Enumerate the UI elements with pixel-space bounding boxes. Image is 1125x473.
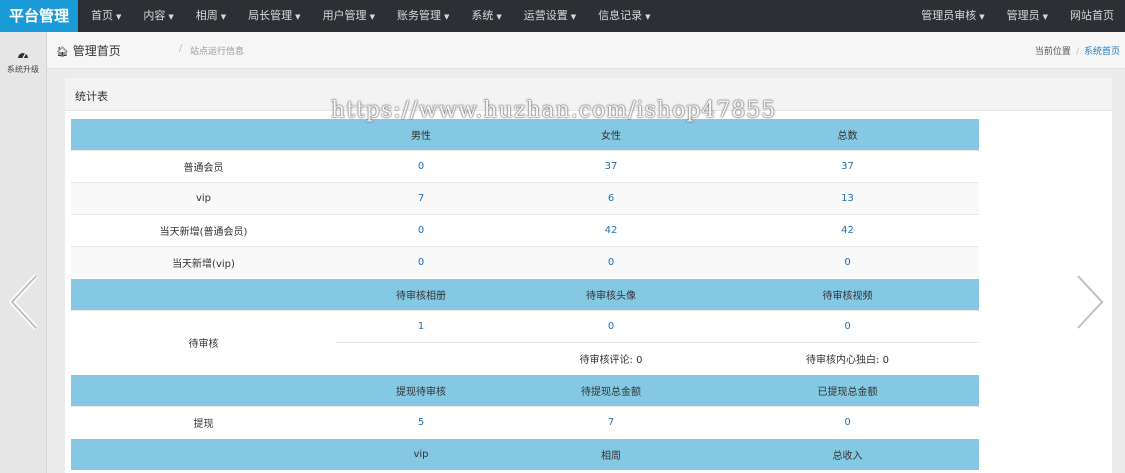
breadcrumb-current: 站点运行信息 [190, 47, 245, 57]
empty-cell [336, 342, 506, 375]
caret-down-icon: ▼ [645, 13, 651, 21]
user-menu: 管理员审核 ▼ 管理员 ▼ 网站首页 [910, 0, 1125, 32]
header-cell: 女性 [506, 118, 716, 151]
header-cell: 总收入 [716, 438, 979, 470]
caret-down-icon: ▼ [1042, 13, 1048, 21]
brand-logo[interactable]: 平台管理 [0, 0, 78, 32]
table-header-row: 待审核相册 待审核头像 待审核视频 [71, 278, 979, 311]
caret-down-icon: ▼ [443, 13, 450, 21]
dashboard-icon [0, 48, 46, 62]
sidebar: 系统升级 [0, 32, 47, 473]
row-label: 当天新增(普通会员) [71, 214, 336, 247]
row-label: 待审核 [71, 310, 336, 375]
table-cell-link[interactable]: 0 [336, 246, 506, 279]
header-cell [71, 118, 336, 151]
table-cell-link[interactable]: 42 [506, 214, 716, 247]
breadcrumb-home[interactable]: 🏠︎ 管理首页 [56, 42, 121, 59]
nav-director-management[interactable]: 局长管理 ▼ [237, 0, 311, 32]
sidebar-item-system-upgrade[interactable]: 系统升级 [0, 48, 46, 75]
header-cell: 相周 [506, 438, 716, 470]
row-label: 普通会员 [71, 150, 336, 183]
header-cell: 总数 [716, 118, 979, 151]
pending-monologue[interactable]: 待审核内心独白: 0 [716, 342, 979, 375]
table-cell-link[interactable]: 0 [716, 406, 979, 439]
table-row: 当天新增(普通会员) 0 42 42 [71, 214, 979, 247]
watermark-text: https://www.huzhan.com/ishop47855 [331, 98, 777, 123]
row-label: 当天新增(vip) [71, 246, 336, 279]
table-cell-link[interactable]: 0 [506, 246, 716, 279]
sidebar-item-label: 系统升级 [7, 65, 39, 74]
header-cell: 待审核视频 [716, 278, 979, 311]
caret-down-icon: ▼ [295, 13, 301, 21]
breadcrumb: 🏠︎ 管理首页 / 站点运行信息 当前位置 / 系统首页 [47, 32, 1125, 69]
stats-panel: 统计表 男性 女性 总数 普通会员 0 37 37 vip 7 6 13 当天新… [65, 78, 1112, 473]
nav-home[interactable]: 首页 ▼ [80, 0, 132, 32]
header-cell: 待审核相册 [336, 278, 506, 311]
top-nav-bar: 平台管理 首页 ▼ 内容 ▼ 相周 ▼ 局长管理 ▼ 用户管理 ▼ 账务管理 ▼ 系统 ▼ 运… [0, 0, 1125, 32]
home-icon: 🏠︎ [56, 47, 69, 58]
nav-album[interactable]: 相周 ▼ [185, 0, 237, 32]
table-row: 待审核 1 0 0 [71, 310, 979, 375]
nav-content[interactable]: 内容 ▼ [132, 0, 184, 32]
table-cell-link[interactable]: 7 [336, 182, 506, 215]
header-cell: 提现待审核 [336, 374, 506, 407]
location-label: 当前位置 [1034, 47, 1071, 57]
caret-down-icon: ▼ [496, 13, 502, 21]
table-cell-link[interactable]: 37 [716, 150, 979, 183]
nav-system[interactable]: 系统 ▼ [460, 0, 512, 32]
header-cell: vip [336, 438, 506, 470]
table-row: 当天新增(vip) 0 0 0 [71, 246, 979, 279]
table-cell-link[interactable]: 0 [336, 150, 506, 183]
table-cell-link[interactable]: 0 [506, 310, 716, 343]
table-cell-link[interactable]: 7 [506, 406, 716, 439]
header-cell [71, 438, 336, 470]
nav-finance-management[interactable]: 账务管理 ▼ [386, 0, 460, 32]
header-cell: 待提现总金额 [506, 374, 716, 407]
header-cell: 已提现总金额 [716, 374, 979, 407]
table-header-row: 提现待审核 待提现总金额 已提现总金额 [71, 374, 979, 407]
nav-operation-settings[interactable]: 运营设置 ▼ [513, 0, 587, 32]
caret-down-icon: ▼ [979, 13, 985, 21]
location-indicator: 当前位置 / 系统首页 [1034, 47, 1120, 57]
table-row: 提现 5 7 0 [71, 406, 979, 439]
location-link[interactable]: 系统首页 [1084, 47, 1120, 57]
table-cell-link[interactable]: 1 [336, 310, 506, 343]
table-row: 普通会员 0 37 37 [71, 150, 979, 183]
row-label: 提现 [71, 406, 336, 439]
nav-admin-review[interactable]: 管理员审核 ▼ [910, 0, 995, 32]
caret-down-icon: ▼ [220, 13, 227, 21]
chevron-right-icon[interactable] [1074, 272, 1106, 332]
table-cell-link[interactable]: 0 [716, 310, 979, 343]
header-cell [71, 278, 336, 311]
table-cell-link[interactable]: 42 [716, 214, 979, 247]
nav-site-home[interactable]: 网站首页 [1059, 0, 1125, 32]
panel-title: 统计表 [75, 90, 108, 103]
caret-down-icon: ▼ [168, 13, 174, 21]
nav-admin[interactable]: 管理员 ▼ [996, 0, 1059, 32]
breadcrumb-separator: / [179, 43, 183, 54]
table-cell-link[interactable]: 6 [506, 182, 716, 215]
caret-down-icon: ▼ [116, 13, 122, 21]
row-label: vip [71, 182, 336, 215]
table-cell-link[interactable]: 0 [336, 214, 506, 247]
table-cell-link[interactable]: 37 [506, 150, 716, 183]
table-header-row: 男性 女性 总数 [71, 118, 979, 151]
pending-comments[interactable]: 待审核评论: 0 [506, 342, 716, 375]
table-cell-link[interactable]: 0 [716, 246, 979, 279]
caret-down-icon: ▼ [570, 13, 577, 21]
table-row: vip 7 6 13 [71, 182, 979, 215]
header-cell [71, 374, 336, 407]
chevron-left-icon[interactable] [8, 272, 40, 332]
table-cell-link[interactable]: 5 [336, 406, 506, 439]
stats-table: 男性 女性 总数 普通会员 0 37 37 vip 7 6 13 当天新增(普通… [71, 118, 979, 470]
table-header-row: vip 相周 总收入 [71, 438, 979, 470]
table-cell-link[interactable]: 13 [716, 182, 979, 215]
header-cell: 待审核头像 [506, 278, 716, 311]
main-menu: 首页 ▼ 内容 ▼ 相周 ▼ 局长管理 ▼ 用户管理 ▼ 账务管理 ▼ 系统 ▼ 运营设置 ▼ … [80, 0, 662, 32]
header-cell: 男性 [336, 118, 506, 151]
caret-down-icon: ▼ [369, 13, 375, 21]
nav-user-management[interactable]: 用户管理 ▼ [312, 0, 386, 32]
nav-info-records[interactable]: 信息记录 ▼ [587, 0, 661, 32]
